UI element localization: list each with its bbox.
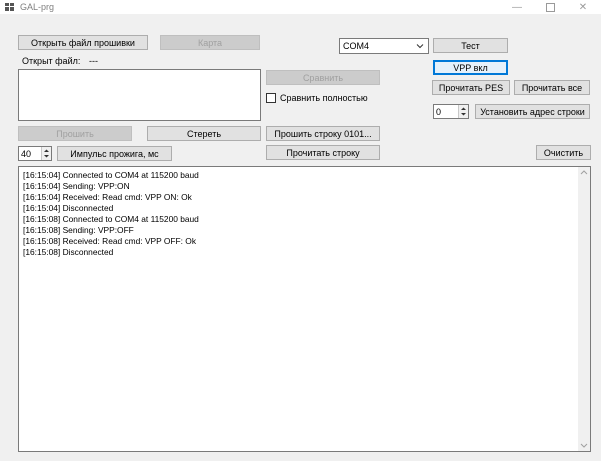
read-row-button[interactable]: Прочитать строку [266,145,380,160]
pulse-width-button[interactable]: Импульс прожига, мс [57,146,172,161]
row-address-value: 0 [436,107,442,117]
pulse-ms-value: 40 [21,149,32,159]
erase-button[interactable]: Стереть [147,126,261,141]
minimize-icon[interactable]: — [500,0,534,14]
log-line: [16:15:04] Received: Read cmd: VPP ON: O… [23,192,192,202]
compare-fully-label: Сравнить полностью [280,93,368,103]
log-line: [16:15:08] Received: Read cmd: VPP OFF: … [23,236,197,246]
program-button[interactable]: Прошить [18,126,132,141]
log-line: [16:15:04] Disconnected [23,203,114,213]
open-file-value: --- [89,56,98,66]
log-scrollbar[interactable] [578,167,590,451]
read-all-button[interactable]: Прочитать все [514,80,590,95]
port-select[interactable]: COM4 [339,38,429,54]
open-file-label: Открыт файл: [22,56,81,66]
set-row-address-button[interactable]: Установить адрес строки [475,104,590,119]
log-line: [16:15:04] Connected to COM4 at 115200 b… [23,170,199,180]
log-lines: [16:15:04] Connected to COM4 at 115200 b… [23,170,199,258]
clear-button[interactable]: Очистить [536,145,591,160]
map-button[interactable]: Карта [160,35,260,50]
log-line: [16:15:08] Connected to COM4 at 115200 b… [23,214,199,224]
maximize-icon[interactable] [533,0,567,14]
port-select-value: COM4 [343,41,370,51]
vpp-on-button[interactable]: VPP вкл [433,60,508,75]
log-textbox[interactable]: [16:15:04] Connected to COM4 at 115200 b… [18,166,591,452]
window-title: GAL-prg [20,2,55,12]
title-bar: GAL-prg — ✕ [0,0,601,14]
program-row-button[interactable]: Прошить строку 0101... [266,126,380,141]
compare-button[interactable]: Сравнить [266,70,380,85]
row-address-spinner[interactable]: 0 [433,104,469,119]
compare-fully-checkbox[interactable] [266,93,276,103]
spinner-arrows[interactable] [41,147,51,160]
log-line: [16:15:04] Sending: VPP:ON [23,181,130,191]
close-icon[interactable]: ✕ [566,0,600,14]
test-button[interactable]: Тест [433,38,508,53]
file-info-box [18,69,261,121]
open-firmware-button[interactable]: Открыть файл прошивки [18,35,148,50]
pulse-ms-spinner[interactable]: 40 [18,146,52,161]
spinner-arrows[interactable] [458,105,468,118]
read-pes-button[interactable]: Прочитать PES [432,80,510,95]
chevron-down-icon [416,44,424,49]
log-line: [16:15:08] Sending: VPP:OFF [23,225,134,235]
app-icon [5,3,14,11]
log-line: [16:15:08] Disconnected [23,247,114,257]
